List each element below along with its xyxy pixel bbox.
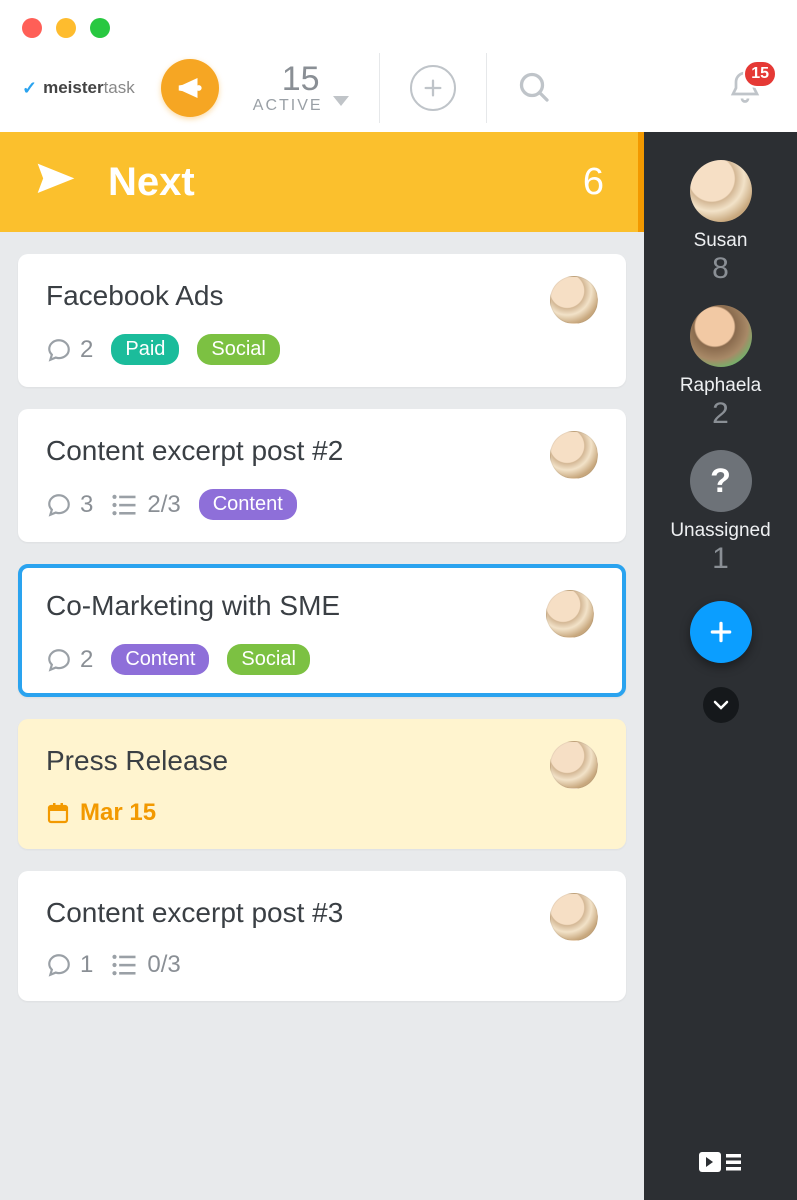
assignee-avatar[interactable] xyxy=(546,590,594,638)
comment-icon xyxy=(46,337,72,363)
megaphone-icon xyxy=(175,73,205,103)
people-sidebar: Susan 8 Raphaela 2 ? Unassigned 1 xyxy=(644,132,797,1200)
plus-icon xyxy=(422,77,444,99)
task-title: Content excerpt post #2 xyxy=(46,435,598,467)
comments-indicator[interactable]: 2 xyxy=(46,336,93,364)
task-title: Press Release xyxy=(46,745,598,777)
checklist-indicator[interactable]: 0/3 xyxy=(111,951,180,979)
tag-content[interactable]: Content xyxy=(111,644,209,675)
calendar-icon xyxy=(46,801,70,825)
task-card[interactable]: Content excerpt post #3 1 0/3 xyxy=(18,871,626,1001)
notifications-button[interactable]: 15 xyxy=(727,68,763,108)
check-icon: ✓ xyxy=(22,78,37,99)
comment-count: 3 xyxy=(80,491,93,519)
project-icon-button[interactable] xyxy=(161,59,219,117)
sidebar-person[interactable]: Raphaela 2 xyxy=(680,305,761,430)
person-name: Unassigned xyxy=(670,520,770,542)
comments-indicator[interactable]: 1 xyxy=(46,951,93,979)
person-avatar xyxy=(690,305,752,367)
person-avatar xyxy=(690,160,752,222)
active-label: ACTIVE xyxy=(253,97,323,114)
checklist-count: 2/3 xyxy=(147,491,180,519)
search-icon xyxy=(517,70,553,106)
checklist-count: 0/3 xyxy=(147,951,180,979)
collapse-sidebar-button[interactable] xyxy=(699,1148,743,1176)
person-name: Susan xyxy=(694,230,748,252)
assignee-avatar[interactable] xyxy=(550,431,598,479)
active-count: 15 xyxy=(253,62,349,96)
comments-indicator[interactable]: 2 xyxy=(46,646,93,674)
unassigned-icon: ? xyxy=(690,450,752,512)
assignee-avatar[interactable] xyxy=(550,893,598,941)
sidebar-person[interactable]: Susan 8 xyxy=(690,160,752,285)
task-title: Content excerpt post #3 xyxy=(46,897,598,929)
search-button[interactable] xyxy=(517,70,553,106)
checklist-indicator[interactable]: 2/3 xyxy=(111,491,180,519)
comment-count: 2 xyxy=(80,336,93,364)
tag-social[interactable]: Social xyxy=(197,334,279,365)
add-button[interactable] xyxy=(410,65,456,111)
comment-icon xyxy=(46,647,72,673)
comment-icon xyxy=(46,952,72,978)
comment-count: 1 xyxy=(80,951,93,979)
section-header[interactable]: Next 6 xyxy=(0,132,644,232)
airplane-icon xyxy=(34,160,78,204)
window-controls xyxy=(0,0,797,44)
app-name: meistertask xyxy=(43,78,135,98)
window-maximize-button[interactable] xyxy=(90,18,110,38)
section-title: Next xyxy=(108,160,195,205)
notification-badge: 15 xyxy=(743,60,777,88)
comment-icon xyxy=(46,492,72,518)
tag-social[interactable]: Social xyxy=(227,644,309,675)
task-list: Facebook Ads 2 Paid Social Content excer… xyxy=(0,232,644,1200)
task-title: Co-Marketing with SME xyxy=(46,590,598,622)
person-task-count: 8 xyxy=(712,252,729,285)
task-card[interactable]: Facebook Ads 2 Paid Social xyxy=(18,254,626,387)
plus-icon xyxy=(708,619,734,645)
top-bar: ✓ meistertask 15 ACTIVE 15 xyxy=(0,44,797,132)
checklist-icon xyxy=(111,493,139,517)
person-task-count: 1 xyxy=(712,542,729,575)
comments-indicator[interactable]: 3 xyxy=(46,491,93,519)
checklist-icon xyxy=(111,953,139,977)
assignee-avatar[interactable] xyxy=(550,741,598,789)
expand-people-button[interactable] xyxy=(703,687,739,723)
due-date-text: Mar 15 xyxy=(80,799,156,827)
window-close-button[interactable] xyxy=(22,18,42,38)
window-minimize-button[interactable] xyxy=(56,18,76,38)
assignee-avatar[interactable] xyxy=(550,276,598,324)
chevron-down-icon xyxy=(333,96,349,106)
task-card-selected[interactable]: Co-Marketing with SME 2 Content Social xyxy=(18,564,626,697)
separator xyxy=(486,53,487,123)
due-date[interactable]: Mar 15 xyxy=(46,799,598,827)
app-logo[interactable]: ✓ meistertask xyxy=(22,78,135,99)
separator xyxy=(379,53,380,123)
chevron-down-icon xyxy=(713,700,729,710)
collapse-icon xyxy=(699,1148,743,1176)
section-task-count: 6 xyxy=(583,161,604,204)
tag-content[interactable]: Content xyxy=(199,489,297,520)
sidebar-person-unassigned[interactable]: ? Unassigned 1 xyxy=(670,450,770,575)
task-card[interactable]: Press Release Mar 15 xyxy=(18,719,626,849)
person-task-count: 2 xyxy=(712,397,729,430)
active-tasks-dropdown[interactable]: 15 ACTIVE xyxy=(253,62,349,115)
task-title: Facebook Ads xyxy=(46,280,598,312)
tag-paid[interactable]: Paid xyxy=(111,334,179,365)
comment-count: 2 xyxy=(80,646,93,674)
add-person-button[interactable] xyxy=(690,601,752,663)
person-name: Raphaela xyxy=(680,375,761,397)
task-card[interactable]: Content excerpt post #2 3 2/3 xyxy=(18,409,626,542)
